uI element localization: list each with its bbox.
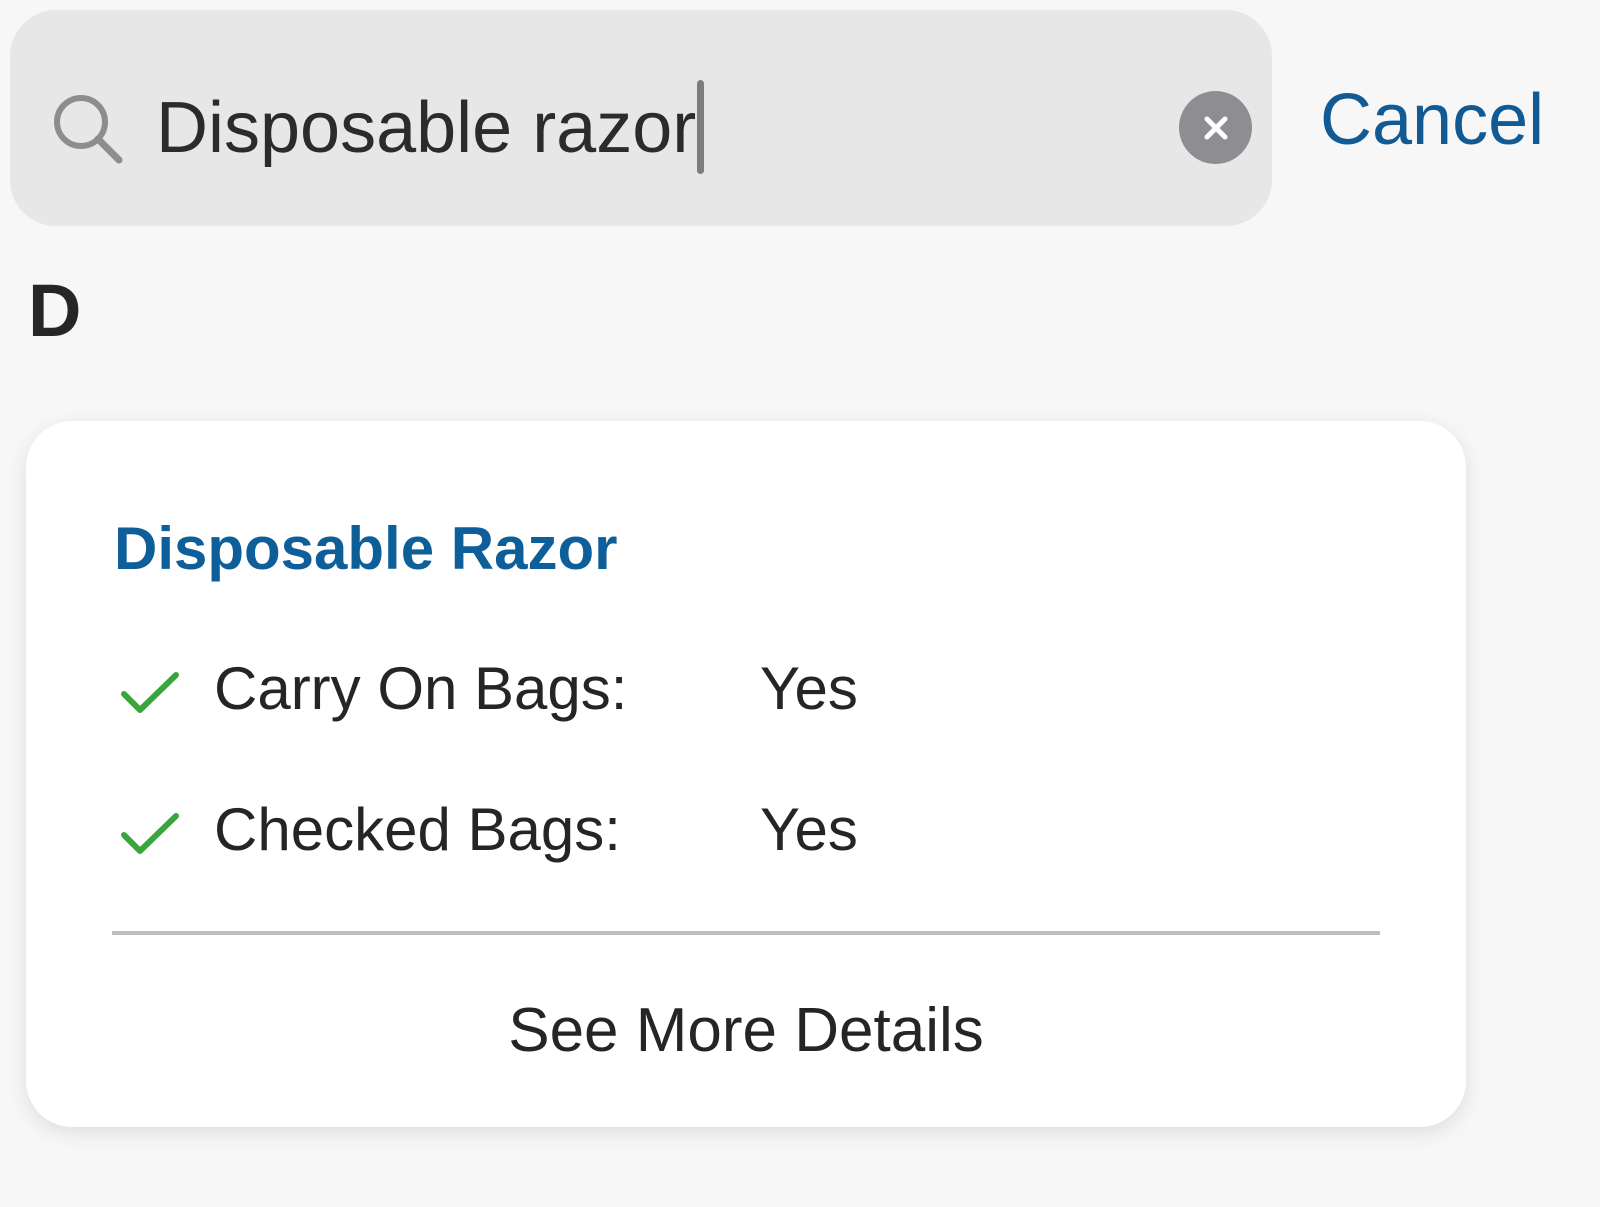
search-icon: [54, 95, 123, 164]
carry-on-label: Carry On Bags:: [214, 655, 628, 722]
checked-bags-value: Yes: [760, 796, 858, 863]
carry-on-value: Yes: [760, 655, 858, 722]
card-divider: [112, 931, 1380, 935]
clear-icon: [1204, 116, 1227, 139]
checkmark-icon: [121, 813, 179, 854]
text-cursor: [697, 80, 704, 174]
section-heading: D: [28, 269, 82, 352]
result-card: Disposable Razor Carry On Bags: Yes Chec…: [26, 421, 1466, 1127]
checked-bags-label: Checked Bags:: [214, 796, 621, 863]
item-title[interactable]: Disposable Razor: [114, 509, 617, 589]
clear-search-button[interactable]: [1179, 91, 1252, 164]
checked-bag-status-row: Checked Bags: Yes: [120, 785, 1020, 875]
carry-on-status-row: Carry On Bags: Yes: [120, 644, 1020, 734]
search-input[interactable]: [156, 78, 1156, 178]
checkmark-icon: [121, 672, 179, 713]
cancel-button[interactable]: Cancel: [1320, 75, 1560, 165]
see-more-details-button[interactable]: See More Details: [112, 986, 1380, 1076]
search-bar[interactable]: [10, 10, 1272, 226]
